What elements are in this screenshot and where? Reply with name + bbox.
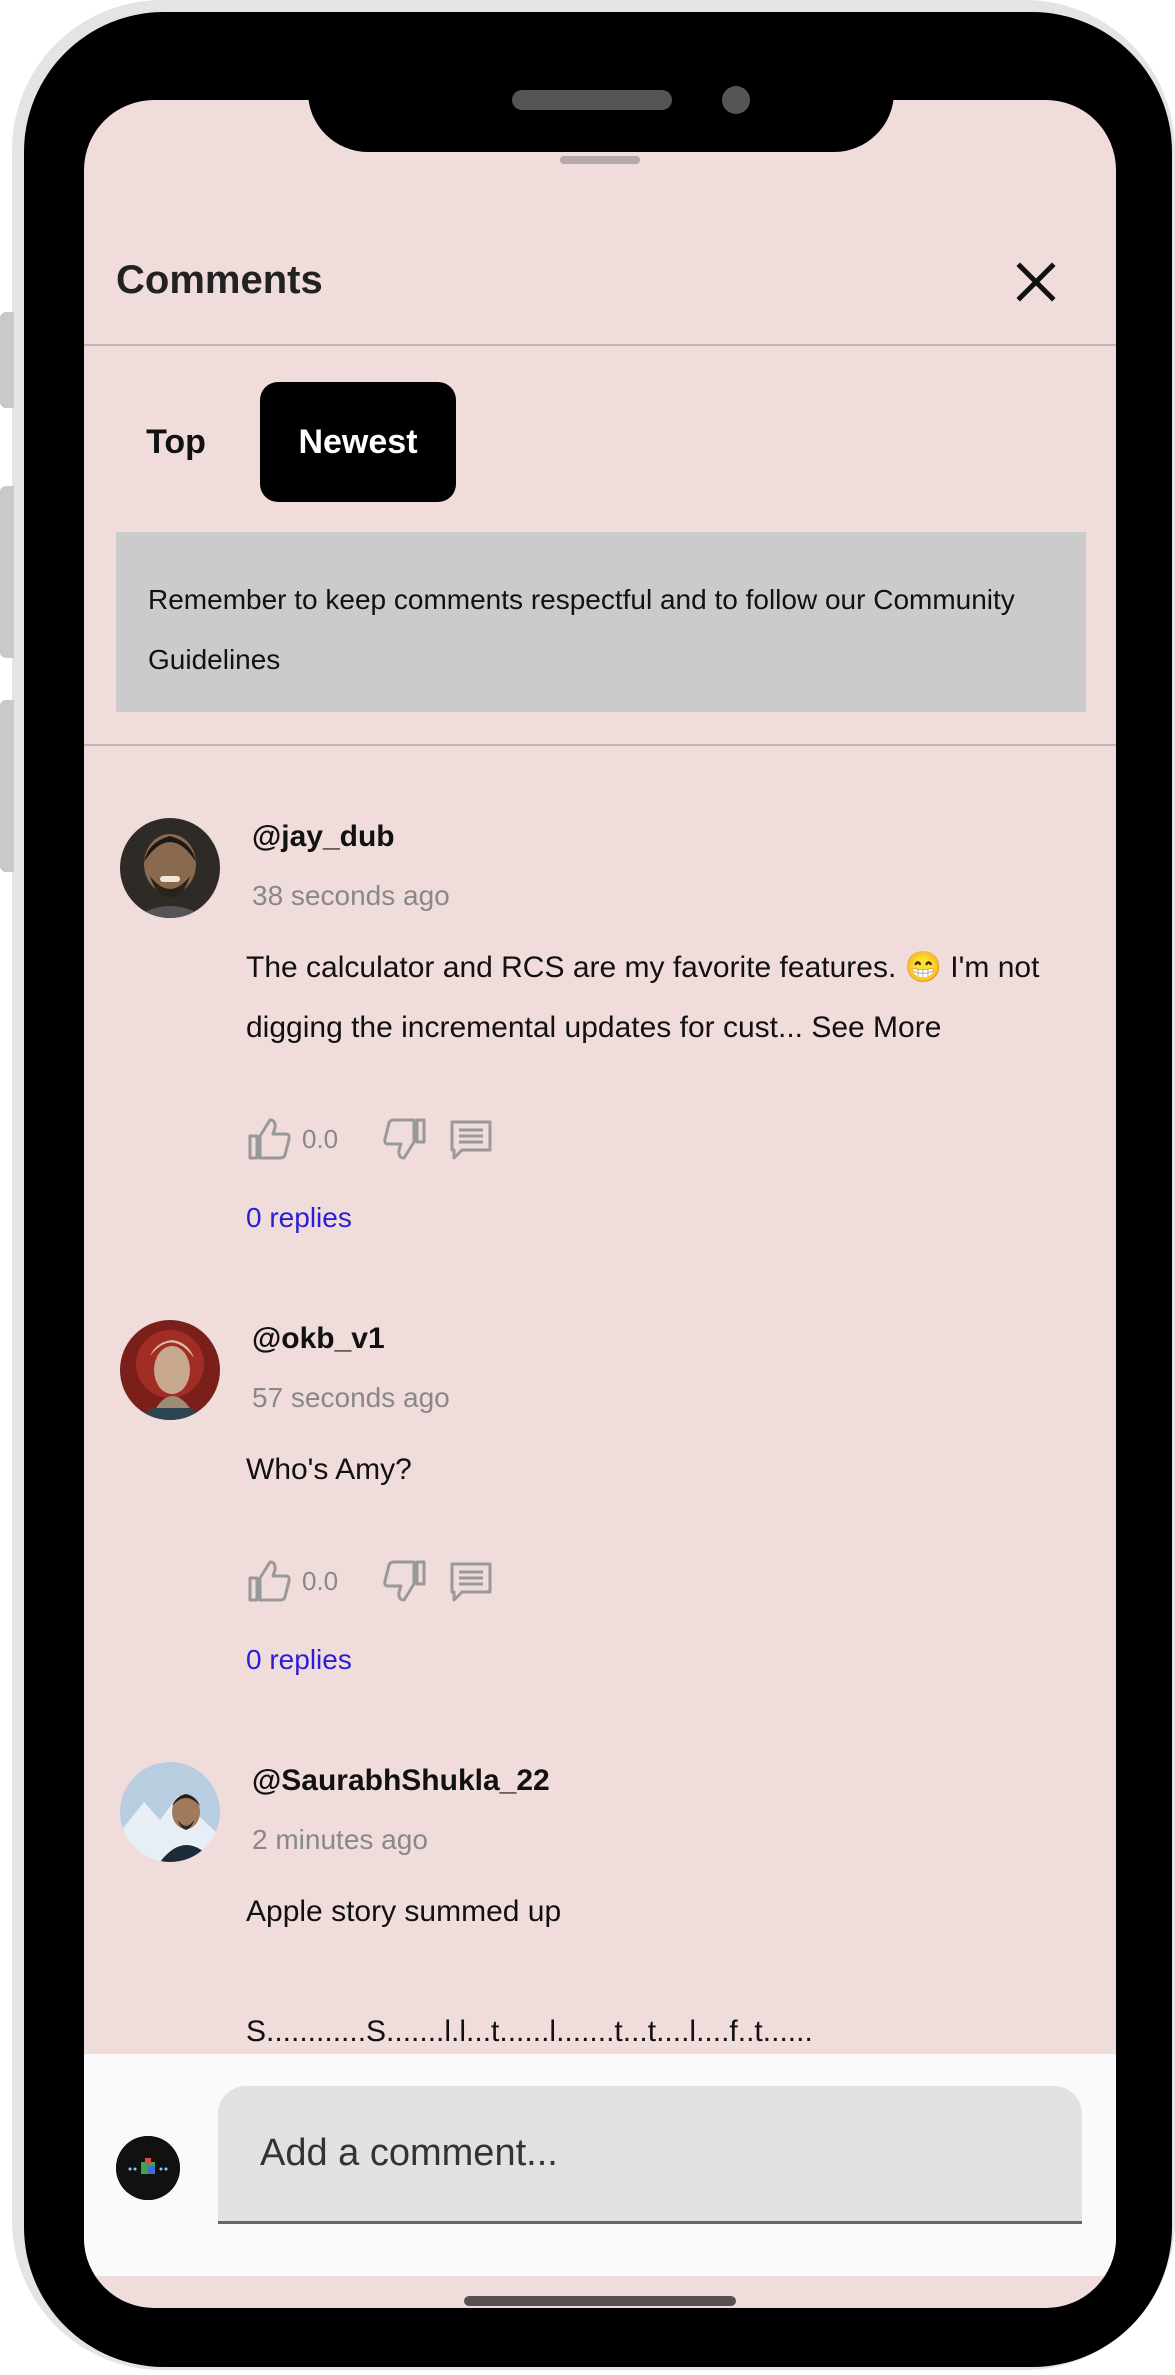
sheet-title: Comments (116, 258, 323, 302)
comment-composer (84, 2054, 1116, 2276)
replies-link[interactable]: 0 replies (246, 1202, 352, 1234)
side-button-action (0, 312, 14, 408)
comment-time: 2 minutes ago (252, 1824, 428, 1855)
comment-text: Who's Amy? (246, 1453, 412, 1486)
avatar[interactable] (116, 2136, 180, 2200)
header-divider (84, 344, 1116, 346)
comment-text-clipped: S............S.......l.l...t......l.....… (246, 2015, 813, 2048)
reply-icon[interactable] (448, 1116, 494, 1162)
comment-actions: 0.0 (246, 1558, 506, 1606)
avatar[interactable] (120, 1320, 220, 1420)
comment-input[interactable] (218, 2086, 1082, 2224)
notice-divider (84, 744, 1116, 746)
sheet-drag-handle[interactable] (560, 156, 640, 164)
comment-text: Apple story summed up (246, 1895, 562, 1928)
comment-time: 57 seconds ago (252, 1382, 450, 1413)
comment-username[interactable]: @jay_dub (252, 820, 395, 854)
camera (722, 86, 750, 114)
comment-actions: 0.0 (246, 1116, 506, 1164)
tab-top[interactable]: Top (116, 382, 236, 502)
see-more-link[interactable]: See More (811, 1011, 941, 1044)
like-count: 0.0 (302, 1566, 339, 1596)
comment-text: The calculator and RCS are my favorite f… (246, 938, 1066, 1058)
screen: Comments Top Newest Remember to keep com… (84, 100, 1116, 2308)
replies-link[interactable]: 0 replies (246, 1644, 352, 1676)
comment-time: 38 seconds ago (252, 880, 450, 911)
comment-username[interactable]: @okb_v1 (252, 1322, 385, 1356)
like-count: 0.0 (302, 1124, 339, 1154)
notch (308, 68, 894, 152)
avatar[interactable] (120, 1762, 220, 1862)
thumb-up-icon[interactable] (246, 1558, 292, 1604)
reply-icon[interactable] (448, 1558, 494, 1604)
tab-newest[interactable]: Newest (260, 382, 456, 502)
guidelines-text: Remember to keep comments respectful and… (148, 584, 1015, 675)
thumb-down-icon[interactable] (382, 1116, 428, 1162)
speaker (512, 90, 672, 110)
side-button-volume-up (0, 486, 14, 658)
home-indicator (464, 2296, 736, 2306)
side-button-volume-down (0, 700, 14, 872)
thumb-down-icon[interactable] (382, 1558, 428, 1604)
guidelines-notice: Remember to keep comments respectful and… (116, 532, 1086, 712)
close-icon[interactable] (1004, 250, 1068, 314)
thumb-up-icon[interactable] (246, 1116, 292, 1162)
comment-username[interactable]: @SaurabhShukla_22 (252, 1764, 550, 1798)
avatar[interactable] (120, 818, 220, 918)
